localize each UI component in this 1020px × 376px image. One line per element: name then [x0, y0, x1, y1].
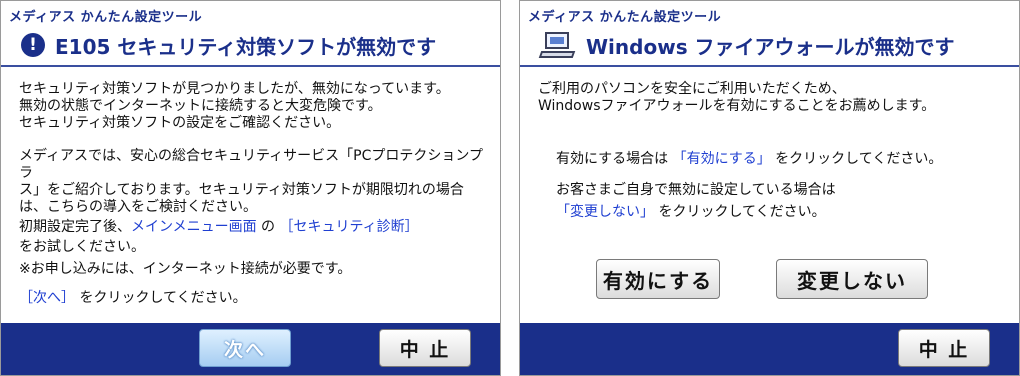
cancel-button[interactable]: 中 止 [379, 329, 471, 367]
setup-prefix: 初期設定完了後、 [19, 219, 131, 235]
app-title: メディアス かんたん設定ツール [9, 10, 203, 25]
dialog-body: ご利用のパソコンを安全にご利用いただくため、 Windowsファイアウォールを有… [538, 81, 1007, 221]
computer-icon [538, 30, 576, 60]
body-line: メディアスでは、安心の総合セキュリティサービス「PCプロテクションプラ [19, 148, 483, 181]
keep-unchanged-button[interactable]: 変更しない [776, 259, 928, 299]
try-line: をお試しください。 [19, 239, 145, 255]
keep-line: 「変更しない」 をクリックしてください。 [538, 204, 1007, 221]
next-instruction: ［次へ］ をクリックしてください。 [19, 290, 488, 307]
app-title: メディアス かんたん設定ツール [528, 10, 722, 25]
security-software-disabled-dialog: メディアス かんたん設定ツール ! E105 セキュリティ対策ソフトが無効です … [0, 0, 501, 376]
security-diagnosis-link: ［セキュリティ診断］ [279, 219, 419, 235]
dialog-heading: ! E105 セキュリティ対策ソフトが無効です [1, 25, 500, 65]
setup-line: 初期設定完了後、メインメニュー画面 の ［セキュリティ診断］ [19, 219, 488, 236]
next-button[interactable]: 次へ [199, 329, 291, 367]
main-menu-link: メインメニュー画面 [131, 219, 257, 235]
next-link-text: ［次へ］ [19, 290, 75, 306]
body-line: ス」をご紹介しております。セキュリティ対策ソフトが期限切れの場合 [19, 182, 464, 198]
setup-mid: の [256, 219, 280, 235]
heading-text: Windows ファイアウォールが無効です [586, 34, 955, 59]
body-line: セキュリティ対策ソフトが見つかりましたが、無効になっています。 [19, 81, 450, 97]
dialog-heading: Windows ファイアウォールが無効です [520, 25, 1019, 65]
heading-divider [520, 65, 1019, 67]
enable-line: 有効にする場合は 「有効にする」 をクリックしてください。 [538, 151, 1007, 168]
disabled-line: お客さまご自身で無効に設定している場合は [556, 182, 836, 198]
keep-link-text: 「変更しない」 [556, 204, 654, 220]
body-line: セキュリティ対策ソフトの設定をご確認ください。 [19, 115, 341, 131]
body-line: 無効の状態でインターネットに接続すると大変危険です。 [19, 98, 382, 114]
heading-divider [1, 65, 500, 67]
firewall-disabled-dialog: メディアス かんたん設定ツール Windows ファイアウォールが無効です ご利… [519, 0, 1020, 376]
body-line: ご利用のパソコンを安全にご利用いただくため、 [538, 81, 846, 97]
exclamation-circle-icon: ! [21, 33, 45, 57]
enable-prefix: 有効にする場合は [556, 151, 673, 167]
note-line: ※お申し込みには、インターネット接続が必要です。 [19, 261, 352, 277]
dialog-footer: 次へ 中 止 [1, 323, 500, 375]
dialog-body: セキュリティ対策ソフトが見つかりましたが、無効になっています。 無効の状態でイン… [19, 81, 488, 307]
body-line: は、こちらの導入をご検討ください。 [19, 199, 257, 215]
dialog-footer: 中 止 [520, 323, 1019, 375]
cancel-button[interactable]: 中 止 [898, 329, 990, 367]
heading-text: E105 セキュリティ対策ソフトが無効です [55, 34, 437, 59]
keep-suffix: をクリックしてください。 [654, 204, 826, 220]
body-line: Windowsファイアウォールを有効にすることをお薦めします。 [538, 98, 936, 114]
enable-button[interactable]: 有効にする [596, 259, 720, 299]
enable-link-text: 「有効にする」 [672, 151, 771, 167]
enable-suffix: をクリックしてください。 [770, 151, 943, 167]
next-instruction-suffix: をクリックしてください。 [75, 290, 247, 306]
